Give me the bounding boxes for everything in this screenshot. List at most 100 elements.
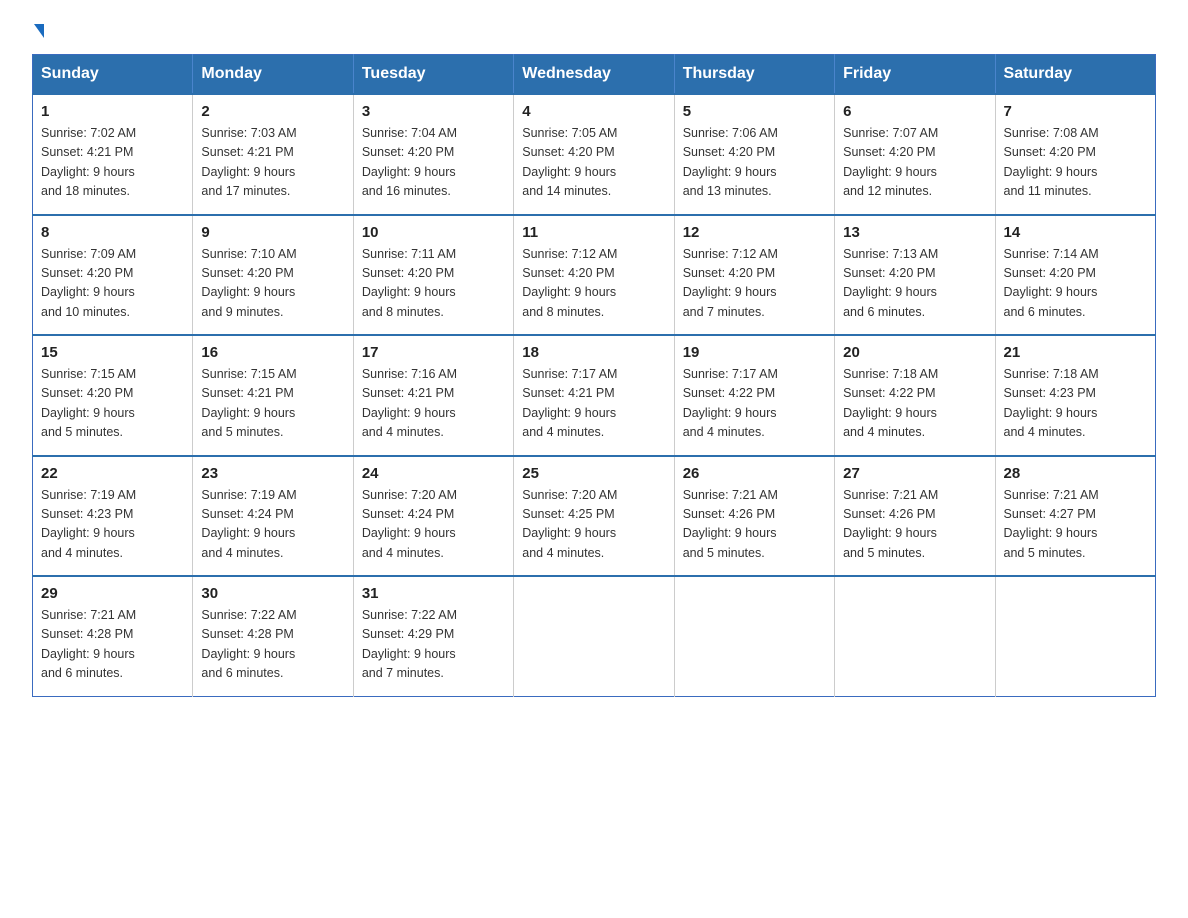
calendar-day-cell: 23 Sunrise: 7:19 AM Sunset: 4:24 PM Dayl… bbox=[193, 456, 353, 577]
calendar-day-cell: 18 Sunrise: 7:17 AM Sunset: 4:21 PM Dayl… bbox=[514, 335, 674, 456]
day-number: 9 bbox=[201, 224, 344, 241]
day-number: 28 bbox=[1004, 465, 1147, 482]
day-number: 10 bbox=[362, 224, 505, 241]
day-number: 30 bbox=[201, 585, 344, 602]
day-info: Sunrise: 7:07 AM Sunset: 4:20 PM Dayligh… bbox=[843, 124, 986, 202]
calendar-day-cell: 1 Sunrise: 7:02 AM Sunset: 4:21 PM Dayli… bbox=[33, 94, 193, 215]
day-number: 22 bbox=[41, 465, 184, 482]
day-info: Sunrise: 7:17 AM Sunset: 4:22 PM Dayligh… bbox=[683, 365, 826, 443]
calendar-day-cell: 9 Sunrise: 7:10 AM Sunset: 4:20 PM Dayli… bbox=[193, 215, 353, 336]
day-info: Sunrise: 7:21 AM Sunset: 4:28 PM Dayligh… bbox=[41, 606, 184, 684]
calendar-day-cell: 30 Sunrise: 7:22 AM Sunset: 4:28 PM Dayl… bbox=[193, 576, 353, 696]
calendar-day-cell: 14 Sunrise: 7:14 AM Sunset: 4:20 PM Dayl… bbox=[995, 215, 1155, 336]
calendar-day-cell: 11 Sunrise: 7:12 AM Sunset: 4:20 PM Dayl… bbox=[514, 215, 674, 336]
logo bbox=[32, 24, 44, 38]
calendar-day-cell: 7 Sunrise: 7:08 AM Sunset: 4:20 PM Dayli… bbox=[995, 94, 1155, 215]
day-number: 20 bbox=[843, 344, 986, 361]
day-number: 16 bbox=[201, 344, 344, 361]
day-info: Sunrise: 7:06 AM Sunset: 4:20 PM Dayligh… bbox=[683, 124, 826, 202]
day-number: 15 bbox=[41, 344, 184, 361]
calendar-day-cell: 5 Sunrise: 7:06 AM Sunset: 4:20 PM Dayli… bbox=[674, 94, 834, 215]
day-of-week-header: Saturday bbox=[995, 55, 1155, 95]
calendar-week-row: 1 Sunrise: 7:02 AM Sunset: 4:21 PM Dayli… bbox=[33, 94, 1156, 215]
day-info: Sunrise: 7:03 AM Sunset: 4:21 PM Dayligh… bbox=[201, 124, 344, 202]
calendar-day-cell bbox=[835, 576, 995, 696]
day-info: Sunrise: 7:20 AM Sunset: 4:25 PM Dayligh… bbox=[522, 486, 665, 564]
calendar-day-cell: 31 Sunrise: 7:22 AM Sunset: 4:29 PM Dayl… bbox=[353, 576, 513, 696]
calendar-day-cell bbox=[674, 576, 834, 696]
day-number: 21 bbox=[1004, 344, 1147, 361]
calendar-day-cell: 2 Sunrise: 7:03 AM Sunset: 4:21 PM Dayli… bbox=[193, 94, 353, 215]
day-number: 17 bbox=[362, 344, 505, 361]
calendar-day-cell: 17 Sunrise: 7:16 AM Sunset: 4:21 PM Dayl… bbox=[353, 335, 513, 456]
calendar-week-row: 29 Sunrise: 7:21 AM Sunset: 4:28 PM Dayl… bbox=[33, 576, 1156, 696]
day-info: Sunrise: 7:22 AM Sunset: 4:28 PM Dayligh… bbox=[201, 606, 344, 684]
calendar-day-cell: 24 Sunrise: 7:20 AM Sunset: 4:24 PM Dayl… bbox=[353, 456, 513, 577]
day-of-week-header: Tuesday bbox=[353, 55, 513, 95]
day-of-week-header: Friday bbox=[835, 55, 995, 95]
day-number: 5 bbox=[683, 103, 826, 120]
calendar-day-cell: 29 Sunrise: 7:21 AM Sunset: 4:28 PM Dayl… bbox=[33, 576, 193, 696]
calendar-day-cell: 3 Sunrise: 7:04 AM Sunset: 4:20 PM Dayli… bbox=[353, 94, 513, 215]
day-number: 6 bbox=[843, 103, 986, 120]
day-info: Sunrise: 7:19 AM Sunset: 4:24 PM Dayligh… bbox=[201, 486, 344, 564]
calendar-day-cell: 27 Sunrise: 7:21 AM Sunset: 4:26 PM Dayl… bbox=[835, 456, 995, 577]
calendar-day-cell: 25 Sunrise: 7:20 AM Sunset: 4:25 PM Dayl… bbox=[514, 456, 674, 577]
day-info: Sunrise: 7:21 AM Sunset: 4:26 PM Dayligh… bbox=[683, 486, 826, 564]
day-number: 25 bbox=[522, 465, 665, 482]
day-number: 27 bbox=[843, 465, 986, 482]
day-info: Sunrise: 7:14 AM Sunset: 4:20 PM Dayligh… bbox=[1004, 245, 1147, 323]
day-number: 11 bbox=[522, 224, 665, 241]
day-info: Sunrise: 7:15 AM Sunset: 4:21 PM Dayligh… bbox=[201, 365, 344, 443]
day-info: Sunrise: 7:18 AM Sunset: 4:22 PM Dayligh… bbox=[843, 365, 986, 443]
day-info: Sunrise: 7:16 AM Sunset: 4:21 PM Dayligh… bbox=[362, 365, 505, 443]
day-info: Sunrise: 7:12 AM Sunset: 4:20 PM Dayligh… bbox=[683, 245, 826, 323]
day-of-week-header: Thursday bbox=[674, 55, 834, 95]
day-number: 13 bbox=[843, 224, 986, 241]
day-info: Sunrise: 7:15 AM Sunset: 4:20 PM Dayligh… bbox=[41, 365, 184, 443]
day-number: 26 bbox=[683, 465, 826, 482]
day-info: Sunrise: 7:10 AM Sunset: 4:20 PM Dayligh… bbox=[201, 245, 344, 323]
day-info: Sunrise: 7:12 AM Sunset: 4:20 PM Dayligh… bbox=[522, 245, 665, 323]
day-info: Sunrise: 7:21 AM Sunset: 4:26 PM Dayligh… bbox=[843, 486, 986, 564]
day-of-week-header: Wednesday bbox=[514, 55, 674, 95]
day-info: Sunrise: 7:21 AM Sunset: 4:27 PM Dayligh… bbox=[1004, 486, 1147, 564]
day-info: Sunrise: 7:22 AM Sunset: 4:29 PM Dayligh… bbox=[362, 606, 505, 684]
day-info: Sunrise: 7:17 AM Sunset: 4:21 PM Dayligh… bbox=[522, 365, 665, 443]
day-info: Sunrise: 7:13 AM Sunset: 4:20 PM Dayligh… bbox=[843, 245, 986, 323]
calendar-week-row: 8 Sunrise: 7:09 AM Sunset: 4:20 PM Dayli… bbox=[33, 215, 1156, 336]
day-number: 7 bbox=[1004, 103, 1147, 120]
day-of-week-header: Monday bbox=[193, 55, 353, 95]
day-number: 8 bbox=[41, 224, 184, 241]
day-info: Sunrise: 7:18 AM Sunset: 4:23 PM Dayligh… bbox=[1004, 365, 1147, 443]
day-info: Sunrise: 7:08 AM Sunset: 4:20 PM Dayligh… bbox=[1004, 124, 1147, 202]
day-number: 18 bbox=[522, 344, 665, 361]
day-number: 4 bbox=[522, 103, 665, 120]
day-number: 1 bbox=[41, 103, 184, 120]
calendar-day-cell: 6 Sunrise: 7:07 AM Sunset: 4:20 PM Dayli… bbox=[835, 94, 995, 215]
day-info: Sunrise: 7:20 AM Sunset: 4:24 PM Dayligh… bbox=[362, 486, 505, 564]
day-number: 23 bbox=[201, 465, 344, 482]
calendar-day-cell: 10 Sunrise: 7:11 AM Sunset: 4:20 PM Dayl… bbox=[353, 215, 513, 336]
calendar-day-cell: 12 Sunrise: 7:12 AM Sunset: 4:20 PM Dayl… bbox=[674, 215, 834, 336]
day-number: 24 bbox=[362, 465, 505, 482]
logo-triangle-icon bbox=[34, 24, 44, 38]
day-info: Sunrise: 7:04 AM Sunset: 4:20 PM Dayligh… bbox=[362, 124, 505, 202]
day-number: 31 bbox=[362, 585, 505, 602]
calendar-day-cell: 15 Sunrise: 7:15 AM Sunset: 4:20 PM Dayl… bbox=[33, 335, 193, 456]
calendar-day-cell: 8 Sunrise: 7:09 AM Sunset: 4:20 PM Dayli… bbox=[33, 215, 193, 336]
day-info: Sunrise: 7:09 AM Sunset: 4:20 PM Dayligh… bbox=[41, 245, 184, 323]
calendar-day-cell: 28 Sunrise: 7:21 AM Sunset: 4:27 PM Dayl… bbox=[995, 456, 1155, 577]
day-info: Sunrise: 7:05 AM Sunset: 4:20 PM Dayligh… bbox=[522, 124, 665, 202]
calendar-week-row: 15 Sunrise: 7:15 AM Sunset: 4:20 PM Dayl… bbox=[33, 335, 1156, 456]
calendar-header-row: SundayMondayTuesdayWednesdayThursdayFrid… bbox=[33, 55, 1156, 95]
day-number: 12 bbox=[683, 224, 826, 241]
day-info: Sunrise: 7:02 AM Sunset: 4:21 PM Dayligh… bbox=[41, 124, 184, 202]
calendar-day-cell: 22 Sunrise: 7:19 AM Sunset: 4:23 PM Dayl… bbox=[33, 456, 193, 577]
calendar-day-cell: 19 Sunrise: 7:17 AM Sunset: 4:22 PM Dayl… bbox=[674, 335, 834, 456]
day-info: Sunrise: 7:19 AM Sunset: 4:23 PM Dayligh… bbox=[41, 486, 184, 564]
day-of-week-header: Sunday bbox=[33, 55, 193, 95]
day-number: 2 bbox=[201, 103, 344, 120]
day-number: 14 bbox=[1004, 224, 1147, 241]
day-number: 3 bbox=[362, 103, 505, 120]
